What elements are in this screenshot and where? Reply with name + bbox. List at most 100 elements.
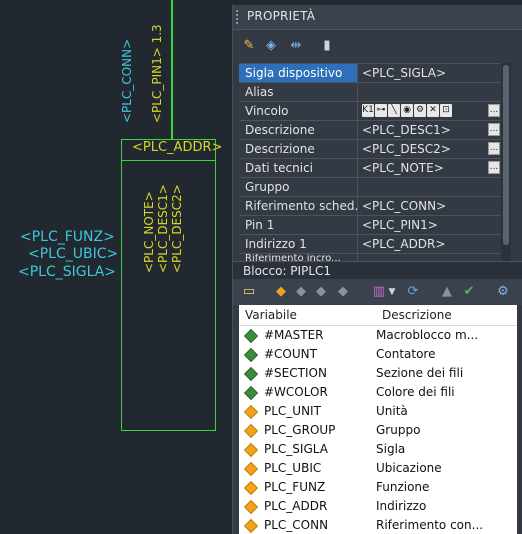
- edit-properties-icon[interactable]: ✎: [241, 38, 257, 54]
- prop-row-gruppo[interactable]: Gruppo: [239, 178, 501, 197]
- vincolo-contact-icon[interactable]: ⊶: [375, 104, 387, 117]
- chevron-down-icon[interactable]: ▼: [387, 284, 397, 300]
- panel-title: PROPRIETÀ: [247, 9, 316, 23]
- prop-value[interactable]: <PLC_DESC1>...: [358, 121, 501, 139]
- prop-value[interactable]: <PLC_ADDR>: [358, 235, 501, 253]
- prop-row-descrizione-1[interactable]: Descrizione <PLC_DESC1>...: [239, 121, 501, 140]
- attr-plc-desc1[interactable]: <PLC_DESC1>: [156, 184, 170, 273]
- block-label: Blocco: PIPLC1: [243, 264, 332, 278]
- variable-desc: Macroblocco m...: [376, 328, 479, 342]
- prop-value[interactable]: <PLC_NOTE>...: [358, 159, 501, 177]
- prop-value[interactable]: <PLC_DESC2>...: [358, 140, 501, 158]
- edit-note-icon[interactable]: ▭: [241, 284, 257, 300]
- prop-row-pin-1[interactable]: Pin 1 <PLC_PIN1>: [239, 216, 501, 235]
- prop-row-dati-tecnici[interactable]: Dati tecnici <PLC_NOTE>...: [239, 159, 501, 178]
- attr-plc-addr[interactable]: <PLC_ADDR>: [132, 140, 222, 155]
- prop-value[interactable]: <PLC_PIN1>: [358, 216, 501, 234]
- orange-diamond-icon: [243, 461, 259, 476]
- prop-row-riferimento-scheda[interactable]: Riferimento sched... <PLC_CONN>: [239, 197, 501, 216]
- variable-row[interactable]: #COUNT Contatore: [239, 345, 517, 364]
- prop-value[interactable]: [358, 83, 501, 101]
- prop-value-text: <PLC_DESC1>: [362, 123, 451, 137]
- vincolo-gear-icon[interactable]: ⚙: [414, 104, 426, 117]
- prop-value[interactable]: <PLC_CONN>: [358, 197, 501, 215]
- prop-row-descrizione-2[interactable]: Descrizione <PLC_DESC2>...: [239, 140, 501, 159]
- orange-diamond-icon: [243, 423, 259, 438]
- header-descrizione[interactable]: Descrizione: [382, 305, 517, 325]
- prop-name: Alias: [239, 83, 358, 101]
- variable-row[interactable]: PLC_FUNZ Funzione: [239, 478, 517, 497]
- settings-icon[interactable]: ⚙: [495, 284, 511, 300]
- vincolo-cross-icon[interactable]: ✕: [427, 104, 439, 117]
- variable-row[interactable]: #MASTER Macroblocco m...: [239, 326, 517, 345]
- connect-icon[interactable]: ⇹: [285, 38, 307, 54]
- copy-variable-icon[interactable]: ◆: [313, 284, 329, 300]
- properties-scrollbar[interactable]: [501, 63, 511, 261]
- vincolo-disc-icon[interactable]: ◉: [401, 104, 413, 117]
- plc-block-outline[interactable]: [121, 139, 216, 431]
- prop-row-sigla[interactable]: Sigla dispositivo <PLC_SIGLA>: [239, 64, 501, 83]
- variable-row[interactable]: PLC_UBIC Ubicazione: [239, 459, 517, 478]
- variable-name: PLC_GROUP: [264, 423, 336, 437]
- prop-value[interactable]: [358, 178, 501, 196]
- prop-row-alias[interactable]: Alias: [239, 83, 501, 102]
- scrollbar-thumb[interactable]: [503, 65, 509, 245]
- ellipsis-button[interactable]: ...: [488, 142, 500, 155]
- attr-plc-sigla[interactable]: <PLC_SIGLA>: [18, 264, 116, 280]
- add-variable-icon[interactable]: ◆: [273, 284, 289, 300]
- edit-variable-icon[interactable]: ◆: [293, 284, 309, 300]
- prop-value-vincolo[interactable]: K1 ⊶ ╲ ◉ ⚙ ✕ ⊡ ...: [358, 102, 501, 120]
- help-icon[interactable]: ▮: [319, 38, 335, 54]
- header-variabile[interactable]: Variabile: [239, 305, 382, 325]
- attr-plc-funz[interactable]: <PLC_FUNZ>: [20, 229, 115, 245]
- cad-drawing-canvas[interactable]: <PLC_CONN> <PLC_PIN1> 1.3 <PLC_ADDR> <PL…: [0, 0, 232, 534]
- tag-icon[interactable]: ◈: [263, 38, 279, 54]
- properties-grid: Sigla dispositivo <PLC_SIGLA> Alias Vinc…: [239, 63, 501, 262]
- prop-value[interactable]: <PLC_SIGLA>: [358, 64, 501, 82]
- orange-diamond-icon: [243, 404, 259, 419]
- variable-desc: Funzione: [376, 480, 430, 494]
- variable-row[interactable]: PLC_CONN Riferimento con...: [239, 516, 517, 534]
- ellipsis-button[interactable]: ...: [488, 123, 500, 136]
- variable-desc: Ubicazione: [376, 461, 442, 475]
- ellipsis-button[interactable]: ...: [488, 161, 500, 174]
- refresh-icon[interactable]: ⟳: [405, 284, 421, 300]
- columns-icon[interactable]: ▥: [371, 284, 387, 300]
- variable-desc: Indirizzo: [376, 499, 427, 513]
- vincolo-box-icon[interactable]: ⊡: [440, 104, 452, 117]
- variable-row[interactable]: #SECTION Sezione dei fili: [239, 364, 517, 383]
- drag-grip-icon[interactable]: [236, 10, 244, 24]
- attr-plc-note[interactable]: <PLC_NOTE>: [142, 191, 156, 273]
- prop-row-vincolo[interactable]: Vincolo K1 ⊶ ╲ ◉ ⚙ ✕ ⊡ ...: [239, 102, 501, 121]
- prop-name: Gruppo: [239, 178, 358, 196]
- variable-row[interactable]: PLC_SIGLA Sigla: [239, 440, 517, 459]
- delete-variable-icon[interactable]: ◆: [335, 284, 351, 300]
- attr-plc-conn[interactable]: <PLC_CONN>: [120, 39, 134, 123]
- wire-line[interactable]: [171, 0, 173, 139]
- variable-desc: Riferimento con...: [376, 518, 484, 532]
- vincolo-k1-icon[interactable]: K1: [362, 104, 374, 117]
- panel-titlebar[interactable]: PROPRIETÀ: [233, 5, 522, 30]
- vincolo-switch-icon[interactable]: ╲: [388, 104, 400, 117]
- variable-name: PLC_SIGLA: [264, 442, 328, 456]
- variable-row[interactable]: PLC_GROUP Gruppo: [239, 421, 517, 440]
- prop-row-indirizzo-1[interactable]: Indirizzo 1 <PLC_ADDR>: [239, 235, 501, 254]
- variable-name: PLC_CONN: [264, 518, 329, 532]
- attr-plc-desc2[interactable]: <PLC_DESC2>: [170, 184, 184, 273]
- variable-name: #COUNT: [264, 347, 317, 361]
- block-separator: [121, 160, 216, 161]
- green-diamond-icon: [243, 347, 259, 362]
- ellipsis-button[interactable]: ...: [488, 104, 500, 117]
- variables-toolbar: ▭ ◆ ◆ ◆ ◆ ▥ ▼ ⟳ ▲ ✔ ⚙: [233, 279, 522, 305]
- move-up-icon[interactable]: ▲: [439, 284, 455, 300]
- variable-row[interactable]: PLC_ADDR Indirizzo: [239, 497, 517, 516]
- attr-plc-ubic[interactable]: <PLC_UBIC>: [28, 246, 118, 262]
- attr-plc-pin1[interactable]: <PLC_PIN1> 1.3: [150, 24, 164, 123]
- variable-name: PLC_UBIC: [264, 461, 322, 475]
- prop-name: Pin 1: [239, 216, 358, 234]
- confirm-icon[interactable]: ✔: [461, 284, 477, 300]
- variable-desc: Sigla: [376, 442, 406, 456]
- variable-desc: Colore dei fili: [376, 385, 455, 399]
- variable-row[interactable]: #WCOLOR Colore dei fili: [239, 383, 517, 402]
- variable-row[interactable]: PLC_UNIT Unità: [239, 402, 517, 421]
